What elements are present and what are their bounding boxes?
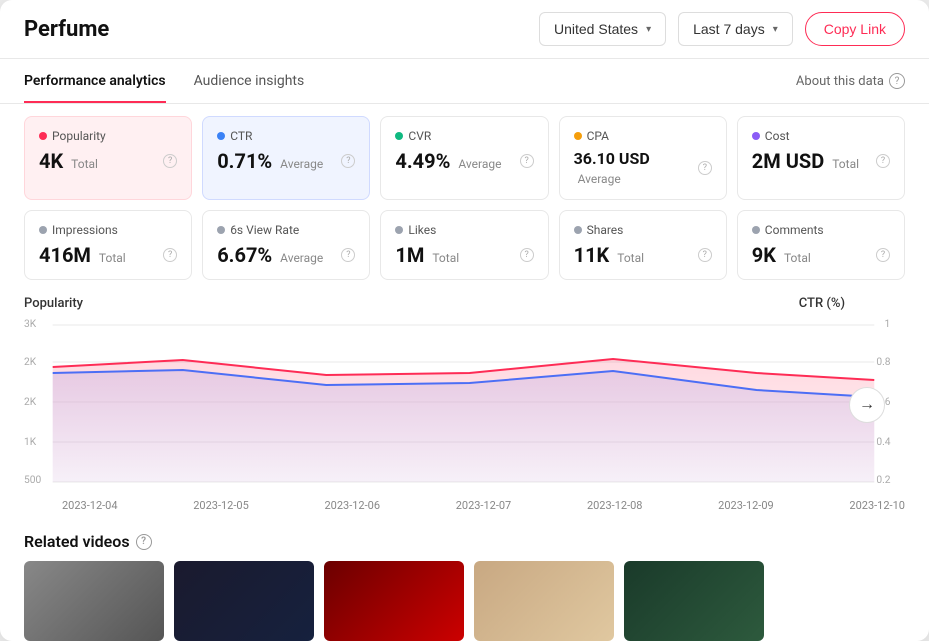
popularity-dot (39, 132, 47, 140)
svg-text:2K: 2K (24, 397, 37, 408)
period-chevron-icon: ▾ (773, 24, 778, 35)
ctr-dot (217, 132, 225, 140)
video-thumb-3[interactable] (324, 561, 464, 641)
tab-performance[interactable]: Performance analytics (24, 59, 166, 103)
metric-card-cost: Cost 2M USD Total ? (737, 116, 905, 200)
chart-dates: 2023-12-04 2023-12-05 2023-12-06 2023-12… (24, 499, 905, 512)
video-thumbnails (24, 561, 905, 641)
comments-help-icon[interactable]: ? (876, 248, 890, 262)
metric-card-likes: Likes 1M Total ? (380, 210, 548, 280)
likes-dot (395, 226, 403, 234)
about-data-info-icon: ? (889, 73, 905, 89)
impressions-help-icon[interactable]: ? (163, 248, 177, 262)
tab-audience[interactable]: Audience insights (194, 59, 305, 103)
arrow-right-icon: → (859, 396, 875, 414)
cvr-dot (395, 132, 403, 140)
cpa-help-icon[interactable]: ? (698, 161, 712, 175)
chart-next-button[interactable]: → (849, 387, 885, 423)
metric-card-comments: Comments 9K Total ? (737, 210, 905, 280)
cpa-dot (574, 132, 582, 140)
related-section: Related videos ? (0, 520, 929, 641)
metric-card-cvr: CVR 4.49% Average ? (380, 116, 548, 200)
video-thumb-4[interactable] (474, 561, 614, 641)
period-label: Last 7 days (693, 21, 765, 37)
region-label: United States (554, 21, 638, 37)
main-window: Perfume United States ▾ Last 7 days ▾ Co… (0, 0, 929, 641)
svg-text:500: 500 (24, 475, 42, 486)
metric-card-popularity: Popularity 4K Total ? (24, 116, 192, 200)
svg-text:2K: 2K (24, 357, 37, 368)
chart-section: Popularity CTR (%) 3K 2K 2K 1K 500 1 0.8… (0, 280, 929, 520)
metrics-row-1: Popularity 4K Total ? CTR 0.71% Average (0, 104, 929, 200)
related-videos-title: Related videos (24, 532, 130, 551)
header: Perfume United States ▾ Last 7 days ▾ Co… (0, 0, 929, 59)
comments-dot (752, 226, 760, 234)
metric-card-impressions: Impressions 416M Total ? (24, 210, 192, 280)
video-thumb-2[interactable] (174, 561, 314, 641)
tabs-bar: Performance analytics Audience insights … (0, 59, 929, 104)
metric-card-view-rate: 6s View Rate 6.67% Average ? (202, 210, 370, 280)
cost-dot (752, 132, 760, 140)
about-data[interactable]: About this data ? (796, 73, 905, 89)
shares-dot (574, 226, 582, 234)
related-info-icon: ? (136, 534, 152, 550)
metric-card-ctr: CTR 0.71% Average ? (202, 116, 370, 200)
copy-link-button[interactable]: Copy Link (805, 12, 905, 46)
metric-card-shares: Shares 11K Total ? (559, 210, 727, 280)
chart-container: 3K 2K 2K 1K 500 1 0.8 0.6 0.4 0.2 (24, 315, 905, 495)
likes-help-icon[interactable]: ? (520, 248, 534, 262)
period-dropdown[interactable]: Last 7 days ▾ (678, 12, 793, 46)
svg-text:1: 1 (885, 319, 891, 330)
region-chevron-icon: ▾ (646, 24, 651, 35)
metric-card-cpa: CPA 36.10 USD Average ? (559, 116, 727, 200)
app-title: Perfume (24, 17, 527, 42)
view-rate-dot (217, 226, 225, 234)
svg-text:0.2: 0.2 (876, 475, 891, 486)
chart-left-label: Popularity (24, 296, 83, 311)
svg-text:0.4: 0.4 (876, 437, 891, 448)
svg-text:1K: 1K (24, 437, 37, 448)
popularity-help-icon[interactable]: ? (163, 154, 177, 168)
svg-text:3K: 3K (24, 319, 37, 330)
ctr-help-icon[interactable]: ? (341, 154, 355, 168)
impressions-dot (39, 226, 47, 234)
chart-svg: 3K 2K 2K 1K 500 1 0.8 0.6 0.4 0.2 (24, 315, 905, 495)
metrics-row-2: Impressions 416M Total ? 6s View Rate 6.… (0, 200, 929, 280)
cost-help-icon[interactable]: ? (876, 154, 890, 168)
video-thumb-1[interactable] (24, 561, 164, 641)
svg-text:0.8: 0.8 (876, 357, 891, 368)
region-dropdown[interactable]: United States ▾ (539, 12, 666, 46)
video-thumb-5[interactable] (624, 561, 764, 641)
cvr-help-icon[interactable]: ? (520, 154, 534, 168)
chart-right-label: CTR (%) (799, 296, 845, 311)
shares-help-icon[interactable]: ? (698, 248, 712, 262)
view-rate-help-icon[interactable]: ? (341, 248, 355, 262)
